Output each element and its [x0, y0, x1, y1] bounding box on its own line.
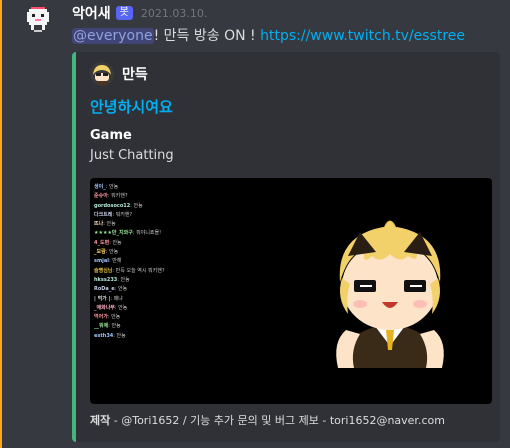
bot-tag: 봇 — [115, 6, 133, 20]
chat-message: : 만득 오늘 역시 뭐키핸? — [112, 267, 165, 274]
chat-message: : 매냐 — [110, 295, 123, 302]
stream-embed: 만득 안녕하시여요 Game Just Chatting 생이_: 안뇽 준슈아:… — [72, 52, 500, 442]
message-header: 악어새 봇 2021.03.10. — [72, 4, 207, 22]
field-value-game: Just Chatting — [90, 148, 174, 163]
stream-chat-overlay: 생이_: 안뇽 준슈아: 뭐키핸? gordosoco12: 안뇽 다크트레: 뭐키핸… — [94, 183, 165, 341]
chat-username: | 먹가 | — [94, 295, 111, 302]
field-name-game: Game — [90, 128, 132, 143]
message-text: ! 만득 방송 ON ! — [153, 28, 261, 44]
chat-message: : 안뇽 — [130, 202, 143, 209]
chat-username: esth34 — [94, 332, 114, 339]
message-highlight-bar — [0, 0, 2, 448]
chat-line: 4_도편: 안뇽 — [94, 239, 165, 248]
timestamp: 2021.03.10. — [140, 6, 208, 20]
chat-username: _모람 — [94, 249, 106, 256]
chat-line: RoDa_e: 안뇽 — [94, 285, 165, 294]
chat-message: : 안뇽 — [108, 323, 121, 330]
chat-username: _애화나무 — [94, 304, 115, 311]
chat-username: 준슈아 — [94, 193, 108, 200]
username[interactable]: 악어새 — [72, 3, 111, 23]
chat-message: : 안뇽 — [107, 314, 121, 321]
chat-message: : 안뇽 — [117, 276, 130, 283]
chat-line: 생이_: 안뇽 — [94, 183, 165, 192]
chat-message: : 안뇽 — [105, 249, 119, 256]
message-content: @everyone! 만득 방송 ON ! https://www.twitch… — [72, 25, 465, 45]
chat-username: 뜨나 — [94, 221, 104, 228]
chat-line: 먹어가: 안뇽 — [94, 313, 165, 322]
chat-line: __뭐에: 안뇽 — [94, 322, 165, 331]
chat-message: : 반해 — [109, 258, 122, 265]
chat-line: 슬쩡심님: 만득 오늘 역시 뭐키핸? — [94, 267, 165, 276]
chat-message: : 안뇽 — [114, 304, 128, 311]
chat-line: smjal: 반해 — [94, 257, 165, 266]
chat-username: gordosoco12 — [94, 202, 131, 209]
chat-line: 준슈아: 뭐키핸? — [94, 192, 165, 201]
embed-author-name[interactable]: 만득 — [122, 64, 148, 84]
embed-footer: 제작 - @Tori1652 / 기능 추가 문의 및 버그 제보 - tori… — [90, 412, 445, 428]
chat-username: hkss233 — [94, 276, 118, 283]
chat-username: RoDa_e — [94, 286, 115, 293]
chat-username: ★★★★만_치와구 — [94, 230, 133, 237]
user-avatar[interactable] — [22, 4, 54, 36]
chat-message: : 뭐야니죠몰! — [132, 230, 162, 237]
chat-line: 다크트레: 뭐키핸? — [94, 211, 165, 220]
chat-message: : 안뇽 — [105, 184, 119, 190]
chat-line: hkss233: 안뇽 — [94, 276, 165, 285]
chat-line: _모람: 안뇽 — [94, 248, 165, 257]
chat-username: 생이_ — [94, 184, 106, 190]
footer-text: - @Tori1652 / 기능 추가 문의 및 버그 제보 - tori165… — [110, 414, 445, 427]
chat-username: 다크트레 — [94, 211, 113, 218]
chat-username: 슬쩡심님 — [94, 267, 113, 274]
chat-message: : 안뇽 — [109, 239, 122, 246]
chat-username: smjal — [94, 258, 109, 265]
stream-preview-image[interactable]: 생이_: 안뇽 준슈아: 뭐키핸? gordosoco12: 안뇽 다크트레: 뭐키핸… — [90, 178, 492, 404]
author-avatar-icon — [90, 62, 114, 86]
chat-line: _애화나무: 안뇽 — [94, 304, 165, 313]
chat-message: : 안뇽 — [113, 332, 126, 339]
chat-message: : 뭐키핸? — [107, 193, 128, 200]
everyone-mention[interactable]: @everyone — [72, 28, 154, 44]
embed-title-link[interactable]: 안녕하시여요 — [90, 96, 173, 117]
chat-username: __뭐에 — [94, 323, 109, 330]
chat-username: 4_도편 — [94, 239, 110, 246]
embed-author: 만득 — [90, 62, 148, 86]
chat-line: gordosoco12: 안뇽 — [94, 202, 165, 211]
stream-link[interactable]: https://www.twitch.tv/esstree — [260, 28, 465, 44]
streamer-character-illustration — [336, 220, 444, 368]
chat-line: | 먹가 |: 매냐 — [94, 295, 165, 304]
chat-message: : 안뇽 — [103, 221, 116, 228]
chat-line: 뜨나: 안뇽 — [94, 220, 165, 229]
chat-line: ★★★★만_치와구: 뭐야니죠몰! — [94, 229, 165, 238]
footer-bold-label: 제작 — [90, 414, 111, 427]
chat-username: 먹어가 — [94, 314, 108, 321]
chat-message: : 안뇽 — [114, 286, 128, 293]
chat-message: : 뭐키핸? — [112, 211, 133, 218]
chat-line: esth34: 안뇽 — [94, 332, 165, 341]
